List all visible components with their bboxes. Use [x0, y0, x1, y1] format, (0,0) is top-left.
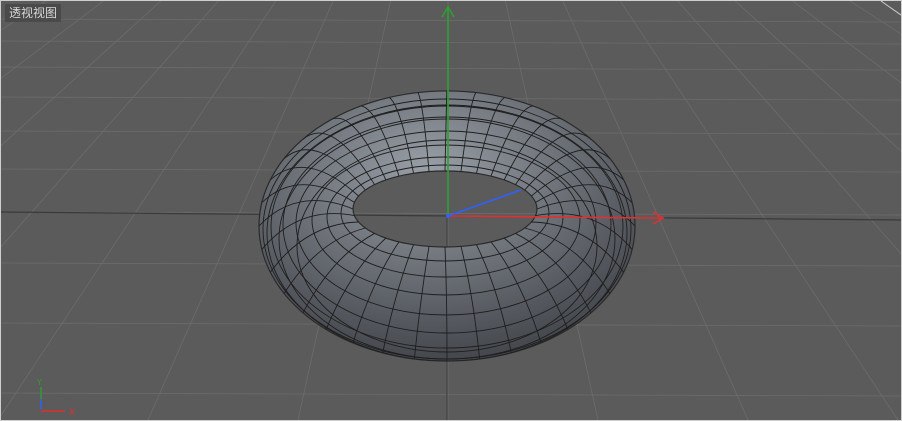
grid-line: [1, 18, 901, 23]
grid-line: [610, 1, 901, 420]
grid-line: [1, 1, 232, 420]
corner-edge-line: [880, 1, 901, 16]
gizmo-y-label: Y: [36, 378, 42, 387]
grid-line: [1, 66, 901, 71]
viewport-scene[interactable]: Y X: [1, 1, 901, 420]
z-axis-line: [447, 189, 522, 217]
gizmo-x-label: X: [69, 408, 75, 418]
grid-line: [1, 392, 901, 397]
grid-line: [664, 1, 901, 420]
grid-line: [1, 1, 250, 420]
viewport-title[interactable]: 透视视图: [5, 4, 62, 22]
grid-line: [1, 40, 901, 45]
grid-line: [1, 1, 286, 420]
grid-line: [682, 1, 901, 420]
grid-line: [700, 1, 901, 420]
grid-line: [1, 1, 196, 420]
perspective-viewport[interactable]: 透视视图 Y X: [0, 0, 902, 421]
grid-line: [628, 1, 901, 420]
origin-dot: [446, 214, 450, 218]
grid-line: [1, 1, 304, 420]
orientation-gizmo: Y X: [36, 378, 75, 418]
grid-line: [1, 1, 268, 420]
grid-line: [592, 1, 901, 420]
